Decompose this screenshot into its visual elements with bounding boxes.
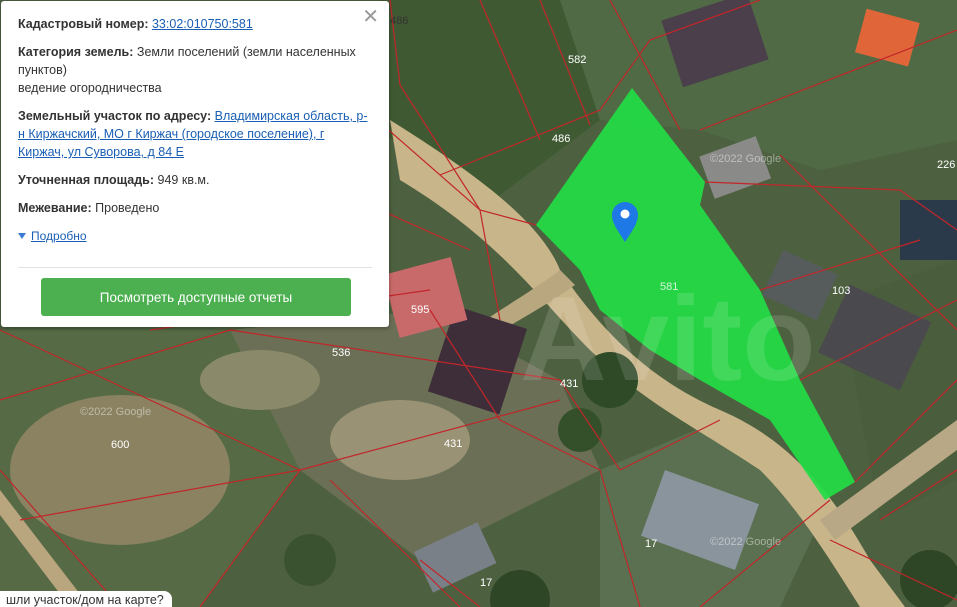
parcel-number: 226 <box>937 159 955 171</box>
survey-label: Межевание: <box>18 201 92 215</box>
parcel-number: 17 <box>645 538 657 550</box>
land-category-label: Категория земель: <box>18 45 134 59</box>
details-toggle-label: Подробно <box>31 229 87 243</box>
area-value: 949 кв.м. <box>157 173 210 187</box>
survey-row: Межевание: Проведено <box>18 199 373 217</box>
parcel-number: 486 <box>390 15 408 27</box>
parcel-number: 17 <box>480 577 492 589</box>
address-label: Земельный участок по адресу: <box>18 109 212 123</box>
map-hint-link[interactable]: шли участок/дом на карте? <box>0 591 172 607</box>
close-icon[interactable]: ✕ <box>362 7 379 27</box>
address-row: Земельный участок по адресу: Владимирска… <box>18 107 373 161</box>
parcel-number: 431 <box>560 378 578 390</box>
cadastral-number-link[interactable]: 33:02:010750:581 <box>152 17 253 31</box>
land-category-row: Категория земель: Земли поселений (земли… <box>18 43 373 97</box>
cadastral-number-label: Кадастровый номер: <box>18 17 149 31</box>
parcel-number: 581 <box>660 281 678 293</box>
google-attribution: ©2022 Google <box>710 153 781 165</box>
area-label: Уточненная площадь: <box>18 173 155 187</box>
parcel-number: 536 <box>332 347 350 359</box>
parcel-number: 600 <box>111 439 129 451</box>
google-attribution: ©2022 Google <box>80 406 151 418</box>
cadastral-number-row: Кадастровый номер: 33:02:010750:581 <box>18 15 373 33</box>
area-row: Уточненная площадь: 949 кв.м. <box>18 171 373 189</box>
parcel-info-popup: ✕ Кадастровый номер: 33:02:010750:581 Ка… <box>1 1 389 327</box>
survey-value: Проведено <box>95 201 160 215</box>
land-use-value: ведение огородничества <box>18 81 162 95</box>
parcel-number: 486 <box>552 133 570 145</box>
parcel-number: 582 <box>568 54 586 66</box>
parcel-number: 595 <box>411 304 429 316</box>
details-toggle[interactable]: Подробно <box>18 227 373 245</box>
parcel-number: 103 <box>832 285 850 297</box>
chevron-down-icon <box>18 233 26 239</box>
view-reports-button[interactable]: Посмотреть доступные отчеты <box>41 278 351 316</box>
google-attribution: ©2022 Google <box>710 536 781 548</box>
parcel-number: 431 <box>444 438 462 450</box>
divider <box>18 267 372 268</box>
